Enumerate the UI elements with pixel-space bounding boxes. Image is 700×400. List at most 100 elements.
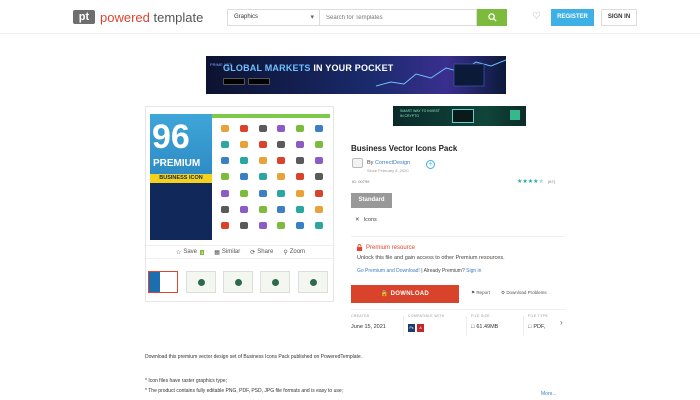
file-icon: □ (471, 324, 475, 330)
save-count-badge: 3 (200, 249, 205, 255)
thumbnail-dot (198, 279, 205, 286)
flag-icon: ⚑ (471, 290, 476, 295)
search-icon (487, 13, 497, 22)
product-title: Business Vector Icons Pack (351, 144, 458, 153)
banner-headline: GLOBAL MARKETS IN YOUR POCKET (223, 63, 394, 73)
go-premium-link[interactable]: Go Premium and Download! (357, 268, 420, 274)
search-button[interactable] (477, 9, 507, 26)
signin-button[interactable]: SIGN IN (601, 9, 637, 26)
preview-icon (258, 157, 267, 165)
follow-plus-icon[interactable]: + (426, 160, 435, 169)
preview-icon (221, 222, 230, 230)
preview-icon (295, 140, 304, 148)
meta-size: FILE SIZE □ 61.49MB (471, 314, 499, 330)
register-button[interactable]: REGISTER (551, 9, 594, 26)
header: pt powered template Graphics ▾ ♡ REGISTE… (0, 0, 700, 34)
side-banner-button (510, 110, 520, 120)
thumbnail-3[interactable] (223, 271, 253, 293)
logo-text: powered template (100, 10, 203, 25)
thumbnail-5[interactable] (298, 271, 328, 293)
signin-link[interactable]: Sign in (466, 268, 481, 274)
preview-icon (239, 157, 248, 165)
star-icon: ☆ (175, 249, 182, 256)
logo[interactable]: pt powered template (73, 9, 203, 25)
preview-icon (314, 124, 323, 132)
side-ad-banner[interactable]: SMART WAY TO INVEST IN CRYPTO (393, 106, 526, 126)
rating: ★★★★★ (67) (517, 178, 555, 185)
preview-icon-grid (216, 120, 328, 234)
preview-icon (258, 140, 267, 148)
similar-action[interactable]: ▦ Similar (214, 249, 240, 256)
download-problems-link[interactable]: ⚙ Download Problems (501, 290, 547, 296)
preview-icon (221, 189, 230, 197)
save-action[interactable]: ☆ Save 3 (175, 249, 205, 256)
author-link[interactable]: CorrectDesign (375, 160, 410, 166)
author-info: By CorrectDesign (352, 158, 410, 168)
meta-divider (403, 316, 404, 336)
preview-icon (258, 206, 267, 214)
share-icon: ⟳ (250, 249, 256, 256)
preview-business-icon: BUSINESS ICON (150, 174, 212, 183)
report-link[interactable]: ⚑ Report (471, 290, 490, 296)
download-button[interactable]: 🔒 DOWNLOAD (351, 285, 459, 303)
preview-icon (314, 222, 323, 230)
top-ad-banner[interactable]: PRIME XBT GLOBAL MARKETS IN YOUR POCKET (206, 56, 506, 94)
preview-icon (295, 157, 304, 165)
premium-links: Go Premium and Download! | Already Premi… (357, 268, 482, 274)
logo-word-powered: powered (100, 9, 150, 25)
preview-icon (221, 140, 230, 148)
logo-mark: pt (73, 10, 95, 24)
photoshop-icon: Ps (408, 324, 415, 332)
description-bullet-1: * Icon files have raster graphics type; (145, 378, 227, 384)
lock-icon (356, 244, 363, 251)
more-link[interactable]: More... (541, 391, 557, 397)
preview-icon (239, 173, 248, 181)
preview-icon (314, 206, 323, 214)
rating-count: (67) (547, 179, 556, 184)
icons-tool-icon: ✕ (355, 217, 360, 223)
preview-icon (314, 173, 323, 181)
meta-type: FILE TYPE □ PDF, (528, 314, 549, 330)
preview-icon (314, 189, 323, 197)
gear-icon: ⚙ (501, 290, 506, 295)
search-input[interactable] (319, 9, 477, 26)
side-banner-phone (452, 109, 474, 123)
file-meta: CREATED June 15, 2021 COMPATIBLE WITH Ps… (351, 309, 565, 337)
document-icon: □ (528, 324, 532, 330)
preview-icon (258, 173, 267, 181)
thumbnail-dot (235, 279, 242, 286)
preview-icon (277, 189, 286, 197)
page: pt powered template Graphics ▾ ♡ REGISTE… (0, 0, 700, 400)
author-avatar[interactable] (352, 158, 363, 168)
preview-icon (295, 124, 304, 132)
preview-icon (277, 124, 286, 132)
zoom-icon: ⚲ (283, 249, 288, 256)
preview-icon (239, 222, 248, 230)
meta-compatible: COMPATIBLE WITH Ps A (408, 314, 445, 332)
product-main-image[interactable]: 96 PREMIUM BUSINESS ICON (150, 114, 330, 240)
share-action[interactable]: ⟳ Share (250, 249, 273, 256)
preview-icon (239, 124, 248, 132)
rating-stars-icon: ★★★★★ (517, 179, 544, 185)
category-value: Graphics (234, 14, 259, 20)
category-select[interactable]: Graphics ▾ (227, 9, 319, 26)
chevron-right-icon[interactable]: › (560, 318, 563, 327)
preview-icon (221, 124, 230, 132)
preview-icon (314, 157, 323, 165)
preview-icon (221, 206, 230, 214)
preview-icon (295, 222, 304, 230)
preview-icon (295, 173, 304, 181)
preview-icon (277, 140, 286, 148)
preview-number: 96 (152, 118, 190, 156)
thumbnail-1[interactable] (148, 271, 178, 293)
standard-license-button[interactable]: Standard (351, 193, 392, 208)
preview-icon (277, 222, 286, 230)
zoom-action[interactable]: ⚲ Zoom (283, 249, 305, 256)
thumbnail-4[interactable] (260, 271, 290, 293)
preview-icon (258, 124, 267, 132)
preview-icon (221, 157, 230, 165)
favorites-heart-icon[interactable]: ♡ (532, 11, 541, 22)
product-preview-card: 96 PREMIUM BUSINESS ICON ☆ Save 3 ▦ Similar… (145, 106, 335, 302)
lock-small-icon: 🔒 (380, 291, 389, 297)
thumbnail-2[interactable] (186, 271, 216, 293)
